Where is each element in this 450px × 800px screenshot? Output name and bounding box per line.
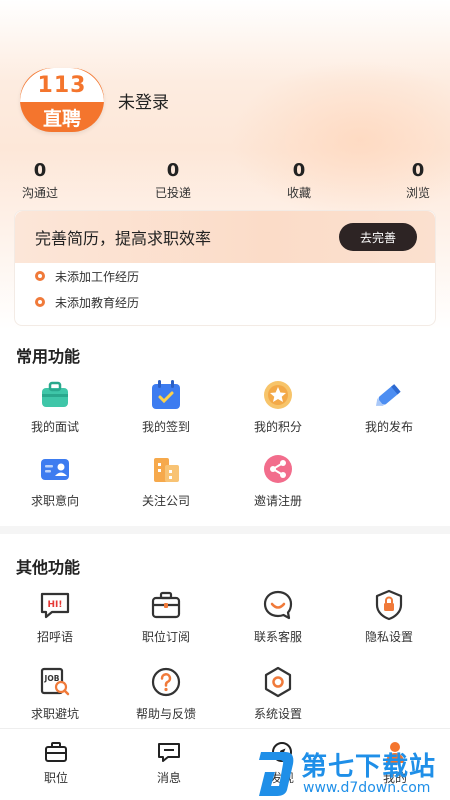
menu-item-label: 关注公司 [141,494,190,508]
menu-item-label: 我的发布 [364,420,413,434]
profile-header[interactable]: 113 直聘 未登录 [20,68,169,132]
stat-contacted[interactable]: 0 沟通过 [18,158,62,202]
todo-item-work[interactable]: 未添加工作经历 [15,263,435,289]
avatar[interactable]: 113 直聘 [20,68,104,132]
complete-resume-button[interactable]: 去完善 [339,223,417,251]
stat-value: 0 [411,160,425,181]
menu-item-label: 我的积分 [253,420,302,434]
tab-label: 消息 [156,771,181,785]
star-coin-icon [261,378,295,412]
bullet-dot-icon [35,271,45,281]
stat-value: 0 [292,160,306,181]
stat-views[interactable]: 0 浏览 [398,158,438,202]
todo-label: 未添加教育经历 [55,295,140,310]
stat-label: 已投递 [154,186,191,200]
menu-item-job-pitfalls[interactable]: JOB 求职避坑 [10,665,100,722]
menu-item-label: 我的签到 [141,420,190,434]
question-circle-icon [149,665,183,699]
stat-label: 收藏 [286,186,311,200]
pencil-icon [372,378,406,412]
menu-item-privacy-settings[interactable]: 隐私设置 [344,588,434,645]
watermark-url: www.d7down.com [303,780,431,796]
menu-item-label: 求职意向 [30,494,79,508]
tab-label: 职位 [43,771,68,785]
briefcase-icon [38,378,72,412]
menu-item-my-checkin[interactable]: 我的签到 [121,378,211,435]
building-icon [149,452,183,486]
share-icon [261,452,295,486]
todo-item-education[interactable]: 未添加教育经历 [15,289,435,315]
section-title-other: 其他功能 [16,558,81,577]
job-search-icon: JOB [38,665,72,699]
stat-applied[interactable]: 0 已投递 [150,158,196,202]
watermark-text: 第七下载站 [301,752,437,782]
menu-item-my-points[interactable]: 我的积分 [233,378,323,435]
hi-bubble-icon: HI! [38,588,72,622]
menu-item-label: 招呼语 [36,630,73,644]
svg-text:HI!: HI! [48,600,63,610]
briefcase-outline-icon [149,588,183,622]
lock-shield-icon [372,588,406,622]
menu-item-label: 我的面试 [30,420,79,434]
stat-value: 0 [33,160,47,181]
briefcase-tab-icon [43,739,69,765]
resume-card-title: 完善简历，提高求职效率 [35,229,212,248]
tab-jobs[interactable]: 职位 [26,739,86,786]
stat-value: 0 [166,160,180,181]
menu-item-label: 系统设置 [253,707,302,721]
menu-item-label: 联系客服 [253,630,302,644]
todo-label: 未添加工作经历 [55,269,140,284]
stats-row: 0 沟通过 0 已投递 0 收藏 0 浏览 [0,158,450,208]
avatar-brand: 直聘 [42,107,81,130]
svg-text:JOB: JOB [44,674,60,683]
resume-card-header: 完善简历，提高求职效率 去完善 [15,211,435,263]
watermark-logo-icon [259,752,294,796]
menu-item-followed-companies[interactable]: 关注公司 [121,452,211,509]
menu-item-label: 隐私设置 [364,630,413,644]
menu-item-help-feedback[interactable]: 帮助与反馈 [121,665,211,722]
menu-item-invite-register[interactable]: 邀请注册 [233,452,323,509]
menu-item-my-posts[interactable]: 我的发布 [344,378,434,435]
id-card-icon [38,452,72,486]
menu-item-my-interviews[interactable]: 我的面试 [10,378,100,435]
section-title-common: 常用功能 [16,347,81,366]
bullet-dot-icon [35,297,45,307]
menu-item-job-intention[interactable]: 求职意向 [10,452,100,509]
menu-item-customer-service[interactable]: 联系客服 [233,588,323,645]
resume-card: 完善简历，提高求职效率 去完善 未添加工作经历 未添加教育经历 [14,210,436,326]
message-tab-icon [156,739,182,765]
stat-label: 浏览 [405,186,430,200]
menu-item-label: 帮助与反馈 [135,707,196,721]
login-status[interactable]: 未登录 [118,88,169,113]
menu-item-greetings[interactable]: HI! 招呼语 [10,588,100,645]
stat-favorites[interactable]: 0 收藏 [276,158,322,202]
menu-item-label: 求职避坑 [30,707,79,721]
menu-item-system-settings[interactable]: 系统设置 [233,665,323,722]
hex-gear-icon [261,665,295,699]
stat-label: 沟通过 [21,186,58,200]
avatar-number: 113 [20,68,104,102]
menu-item-job-subscription[interactable]: 职位订阅 [121,588,211,645]
menu-item-label: 邀请注册 [253,494,302,508]
watermark: 第七下载站 www.d7down.com [255,742,450,800]
headset-bubble-icon [261,588,295,622]
section-divider [0,526,450,534]
calendar-check-icon [149,378,183,412]
menu-item-label: 职位订阅 [141,630,190,644]
tab-messages[interactable]: 消息 [139,739,199,786]
